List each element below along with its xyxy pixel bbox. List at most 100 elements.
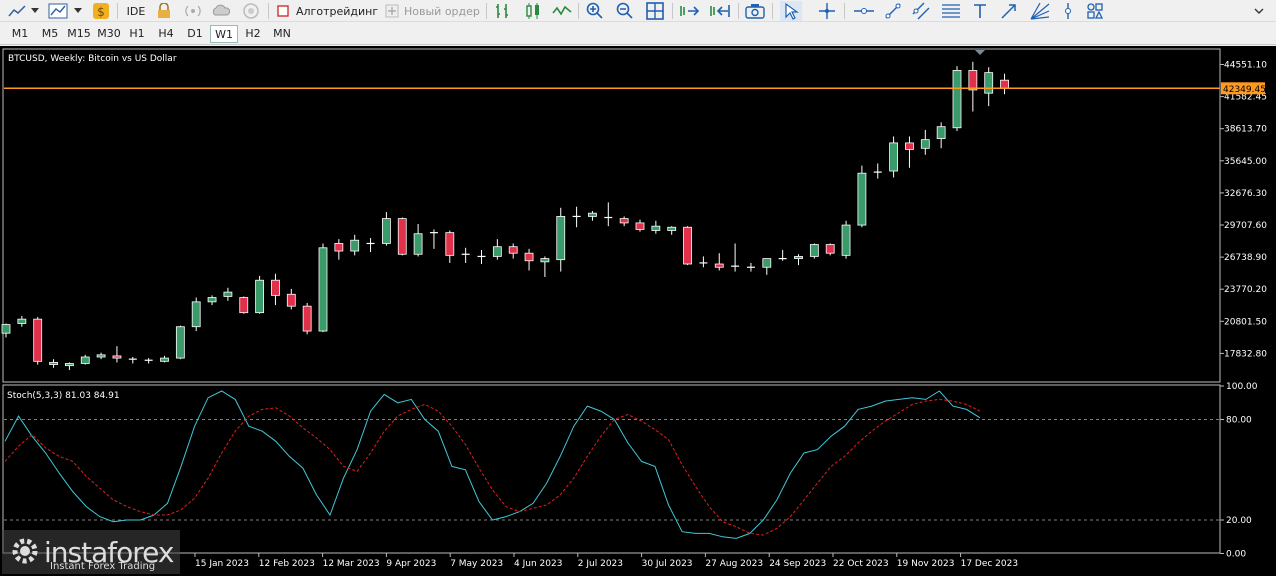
lock-icon[interactable] — [154, 1, 174, 21]
trendline-icon[interactable] — [882, 1, 904, 21]
channel-icon[interactable] — [910, 1, 932, 21]
crosshair-icon[interactable] — [816, 1, 838, 21]
time-axis-label: 19 Nov 2023 — [897, 559, 955, 569]
algotrading-button[interactable]: Алготрейдинг — [296, 1, 378, 21]
text-tool-icon[interactable] — [970, 1, 990, 21]
timeframe-d1[interactable]: D1 — [182, 25, 208, 43]
candle — [825, 243, 835, 256]
candle-body — [318, 247, 328, 332]
timeframe-m30[interactable]: M30 — [94, 25, 124, 43]
candle-body — [112, 355, 122, 359]
zoom-out-icon[interactable] — [614, 1, 636, 21]
timeframe-m15[interactable]: M15 — [64, 25, 94, 43]
horizontal-line-icon[interactable] — [852, 1, 876, 21]
vps-icon[interactable] — [240, 1, 262, 21]
candle-body — [809, 244, 819, 257]
chevron-down-icon[interactable] — [1250, 1, 1268, 21]
vertical-line-icon[interactable] — [1058, 1, 1078, 21]
candle-body — [635, 222, 645, 230]
chart-title: BTCUSD, Weekly: Bitcoin vs US Dollar — [8, 54, 177, 64]
chevron-down-icon[interactable] — [73, 1, 83, 21]
candle-body — [794, 256, 803, 260]
timeframe-m1[interactable]: M1 — [6, 25, 34, 43]
indicator-pane-border — [2, 384, 1221, 554]
candle-body — [33, 318, 43, 362]
candle-body — [905, 142, 914, 150]
candle-body — [968, 70, 978, 91]
ide-button[interactable]: IDE — [122, 1, 150, 21]
price-tick-label: 20801.50 — [1224, 317, 1267, 327]
market-icon[interactable]: $ — [90, 1, 112, 21]
candle — [413, 224, 423, 257]
candle-body — [49, 362, 58, 365]
candle — [905, 136, 914, 168]
zoom-in-icon[interactable] — [584, 1, 606, 21]
candle — [588, 211, 597, 221]
candle-body — [588, 212, 597, 217]
candle-body — [889, 142, 898, 172]
stoch-level-label: 80.00 — [1226, 416, 1252, 426]
line-chart-icon[interactable] — [550, 1, 574, 21]
candle — [160, 355, 169, 363]
candle — [968, 61, 978, 112]
time-axis-label: 30 Jul 2023 — [642, 559, 693, 569]
candle — [302, 302, 312, 335]
timeframe-m5[interactable]: M5 — [36, 25, 64, 43]
candle-body — [445, 232, 455, 256]
timeframe-w1[interactable]: W1 — [210, 25, 238, 43]
timeframe-mn[interactable]: MN — [268, 25, 296, 43]
candle — [873, 163, 882, 179]
candle — [286, 288, 296, 310]
price-tick-label: 23770.20 — [1224, 285, 1267, 295]
candle — [778, 249, 787, 261]
tile-windows-icon[interactable] — [644, 1, 666, 21]
indicators-icon[interactable] — [46, 1, 70, 21]
signal-icon[interactable] — [182, 1, 204, 21]
candle-body — [984, 72, 994, 94]
chart-shift-marker[interactable] — [975, 50, 985, 55]
candle-body — [207, 297, 217, 303]
timeframe-h2[interactable]: H2 — [240, 25, 266, 43]
candle-body — [223, 291, 233, 297]
bar-chart-icon[interactable] — [492, 1, 514, 21]
cursor-icon[interactable] — [780, 1, 802, 21]
candlestick-icon[interactable] — [522, 1, 544, 21]
candle-body — [762, 258, 772, 268]
candle-body — [540, 258, 550, 263]
watermark-logo-icon — [12, 538, 38, 564]
new-order-button[interactable]: Новый ордер — [404, 1, 484, 21]
chevron-down-icon[interactable] — [30, 1, 40, 21]
fibonacci-icon[interactable] — [940, 1, 962, 21]
gann-fan-icon[interactable] — [1028, 1, 1052, 21]
auto-scroll-icon[interactable] — [678, 1, 702, 21]
time-axis-label: 22 Oct 2023 — [833, 559, 889, 569]
candle — [239, 296, 249, 314]
shapes-icon[interactable] — [1084, 1, 1106, 21]
candle — [952, 66, 962, 132]
price-chart-canvas[interactable]: BTCUSD, Weekly: Bitcoin vs US Dollar Sto… — [0, 46, 1276, 576]
candle-body — [492, 246, 502, 257]
candle-body — [651, 225, 661, 231]
timeframe-h1[interactable]: H1 — [124, 25, 150, 43]
cloud-icon[interactable] — [210, 1, 232, 21]
candle-body — [524, 252, 534, 262]
candle — [80, 354, 90, 365]
algotrading-stop-icon[interactable] — [276, 1, 290, 21]
candle — [1000, 73, 1009, 95]
new-order-icon[interactable] — [384, 1, 400, 21]
candle — [429, 229, 438, 249]
screenshot-icon[interactable] — [744, 1, 766, 21]
time-axis-label: 9 Apr 2023 — [386, 559, 436, 569]
timeframe-h4[interactable]: H4 — [152, 25, 180, 43]
candle — [445, 230, 455, 263]
candle-body — [334, 243, 344, 252]
chart-type-icon[interactable] — [6, 1, 28, 21]
candle-body — [381, 218, 391, 244]
chart-shift-icon[interactable] — [708, 1, 732, 21]
price-tick-label: 29707.60 — [1224, 221, 1267, 231]
candle — [714, 253, 724, 271]
candle-body — [350, 239, 360, 252]
chart-window[interactable]: BTCUSD, Weekly: Bitcoin vs US Dollar Sto… — [0, 46, 1276, 576]
candle — [984, 67, 994, 107]
arrow-tool-icon[interactable] — [998, 1, 1020, 21]
